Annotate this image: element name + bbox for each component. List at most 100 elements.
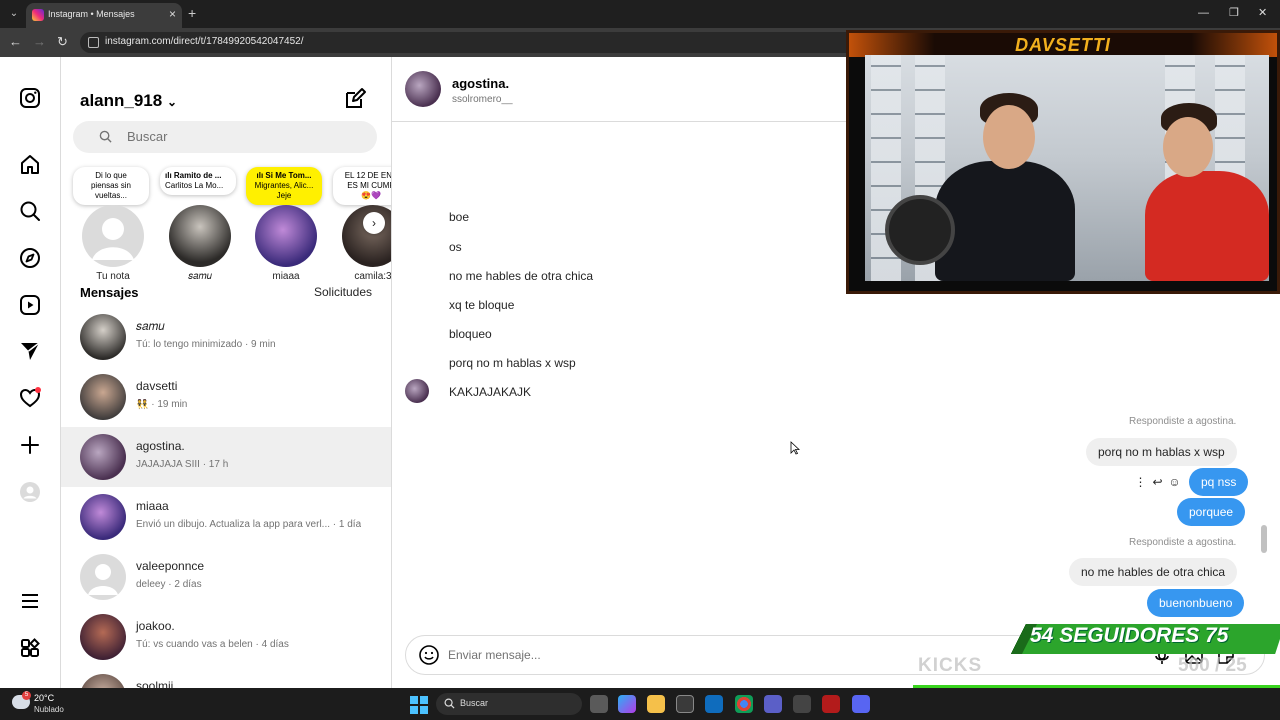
conversation-name: agostina. xyxy=(136,439,185,453)
reply-icon[interactable]: ↩ xyxy=(1149,475,1166,489)
windows-start-icon[interactable] xyxy=(410,696,428,714)
note-item[interactable]: ılı Ramito de ... Carlitos La Mo... 𝑠𝑎𝑚𝑢 xyxy=(160,167,240,282)
incoming-message[interactable]: os xyxy=(437,233,474,261)
app-icon[interactable] xyxy=(822,695,840,713)
conversation-list-panel: alann_918 ⌄ Buscar Di lo que piensas sin… xyxy=(61,57,392,688)
note-bubble[interactable]: Di lo que piensas sin vueltas... xyxy=(73,167,149,205)
forward-button[interactable]: → xyxy=(33,33,46,51)
instagram-logo-icon[interactable] xyxy=(18,86,42,110)
minimize-button[interactable]: — xyxy=(1198,4,1209,22)
search-field[interactable]: Buscar xyxy=(73,121,377,153)
tab-search-button[interactable]: ⌄ xyxy=(4,4,24,24)
outgoing-message[interactable]: pq nss xyxy=(1189,468,1249,496)
search-placeholder: Buscar xyxy=(127,129,168,144)
notifications-heart-icon[interactable] xyxy=(18,386,42,410)
explore-icon[interactable] xyxy=(18,246,42,270)
kicks-goal-count: 500 / 25 xyxy=(1178,655,1247,676)
incoming-message[interactable]: porq no m hablas x wsp xyxy=(437,349,588,377)
new-message-button[interactable] xyxy=(343,87,367,111)
profile-avatar-icon[interactable] xyxy=(18,480,42,504)
tab-close-icon[interactable]: × xyxy=(169,7,176,21)
more-menu-icon[interactable] xyxy=(18,589,42,613)
incoming-message[interactable]: KAKJAJAKAJK xyxy=(437,378,544,406)
chat-contact-name[interactable]: agostina. xyxy=(452,76,509,91)
music-artist: Carlitos La Mo... xyxy=(165,181,224,190)
music-title: Si Me Tom... xyxy=(265,171,312,180)
taskbar-search-placeholder: Buscar xyxy=(460,698,489,708)
follower-goal-text: 54 SEGUIDORES 75 xyxy=(1030,624,1229,647)
search-icon[interactable] xyxy=(18,199,42,223)
note-bubble[interactable]: ılı Si Me Tom... Migrantes, Alic... Jeje xyxy=(246,167,322,205)
chat-scrollbar[interactable] xyxy=(1261,525,1267,553)
outgoing-message[interactable]: porquee xyxy=(1177,498,1246,526)
meta-apps-icon[interactable] xyxy=(18,636,42,660)
url-text: instagram.com/direct/t/17849920542047452… xyxy=(105,36,304,47)
reload-button[interactable]: ↻ xyxy=(57,33,68,51)
incoming-message[interactable]: xq te bloque xyxy=(437,291,527,319)
replied-label: Respondiste a agostina. xyxy=(1129,416,1237,427)
note-text: piensas sin xyxy=(90,181,132,190)
reels-icon[interactable] xyxy=(18,293,42,317)
account-username: alann_918 xyxy=(80,91,163,110)
avatar[interactable] xyxy=(169,205,231,267)
emoji-icon[interactable] xyxy=(418,644,440,666)
conversation-item[interactable]: soolmii xyxy=(61,667,391,688)
streamer-right xyxy=(1145,171,1269,281)
incoming-message[interactable]: bloqueo xyxy=(437,320,504,348)
more-options-icon[interactable]: ⋮ xyxy=(1132,475,1149,489)
window-close-button[interactable]: ✕ xyxy=(1258,4,1267,22)
incoming-message[interactable]: no me hables de otra chica xyxy=(437,262,606,290)
quoted-message[interactable]: porq no m hablas x wsp xyxy=(1086,438,1237,466)
note-bubble[interactable]: ılı Ramito de ... Carlitos La Mo... xyxy=(160,167,236,195)
avatar xyxy=(80,434,126,480)
site-info-icon[interactable] xyxy=(88,37,99,48)
messages-icon[interactable] xyxy=(18,339,42,363)
note-item[interactable]: ılı Si Me Tom... Migrantes, Alic... Jeje… xyxy=(246,167,326,282)
quoted-message[interactable]: no me hables de otra chica xyxy=(1069,558,1238,586)
conversation-preview: 👯 · 19 min xyxy=(136,399,188,410)
file-explorer-icon[interactable] xyxy=(647,695,665,713)
teams-icon[interactable] xyxy=(764,695,782,713)
avatar xyxy=(80,374,126,420)
music-title: Ramito de ... xyxy=(173,171,222,180)
outgoing-message[interactable]: buenonbueno xyxy=(1147,589,1245,617)
store-icon[interactable] xyxy=(676,695,694,713)
conversation-preview: Tú: lo tengo minimizado · 9 min xyxy=(136,339,276,350)
chrome-icon[interactable] xyxy=(735,695,753,713)
requests-link[interactable]: Solicitudes xyxy=(314,285,372,299)
conversation-item-active[interactable]: agostina. JAJAJAJA SIII · 17 h xyxy=(61,427,391,487)
avatar xyxy=(80,494,126,540)
account-switcher[interactable]: alann_918 ⌄ xyxy=(80,91,177,111)
note-item[interactable]: Di lo que piensas sin vueltas... Tu nota xyxy=(73,167,153,282)
new-tab-button[interactable]: + xyxy=(188,4,196,22)
conversation-name: valeeponnce xyxy=(136,559,205,573)
instagram-favicon-icon xyxy=(32,9,44,21)
avatar[interactable] xyxy=(82,205,144,267)
create-plus-icon[interactable] xyxy=(18,433,42,457)
avatar xyxy=(80,314,126,360)
conversation-item[interactable]: valeeponnce deleey · 2 días xyxy=(61,547,391,607)
carousel-next-button[interactable]: › xyxy=(363,212,385,234)
copilot-icon[interactable] xyxy=(618,695,636,713)
note-bubble[interactable]: EL 12 DE ENE ES MI CUMP 😍💜 xyxy=(333,167,391,205)
conversation-item[interactable]: joakoo. Tú: vs cuando vas a belen · 4 dí… xyxy=(61,607,391,667)
avatar[interactable] xyxy=(405,71,441,107)
discord-icon[interactable] xyxy=(852,695,870,713)
react-emoji-icon[interactable]: ☺ xyxy=(1166,475,1183,489)
taskbar-search[interactable]: Buscar xyxy=(436,693,582,715)
incoming-message[interactable]: boe xyxy=(437,203,482,231)
conversation-preview: Envió un dibujo. Actualiza la app para v… xyxy=(136,519,362,530)
back-button[interactable]: ← xyxy=(9,33,22,51)
conversation-item[interactable]: davsetti 👯 · 19 min xyxy=(61,367,391,427)
message-placeholder: Enviar mensaje... xyxy=(448,648,541,662)
mail-icon[interactable] xyxy=(705,695,723,713)
conversation-item[interactable]: 𝑠𝑎𝑚𝑢 Tú: lo tengo minimizado · 9 min xyxy=(61,307,391,367)
conversation-item[interactable]: miaaa Envió un dibujo. Actualiza la app … xyxy=(61,487,391,547)
obs-icon[interactable] xyxy=(793,695,811,713)
browser-tab[interactable]: Instagram • Mensajes × xyxy=(26,3,182,28)
avatar[interactable] xyxy=(255,205,317,267)
home-icon[interactable] xyxy=(18,153,42,177)
note-name: 𝑠𝑎𝑚𝑢 xyxy=(188,271,212,282)
restore-button[interactable]: ❐ xyxy=(1229,4,1239,22)
task-view-icon[interactable] xyxy=(590,695,608,713)
